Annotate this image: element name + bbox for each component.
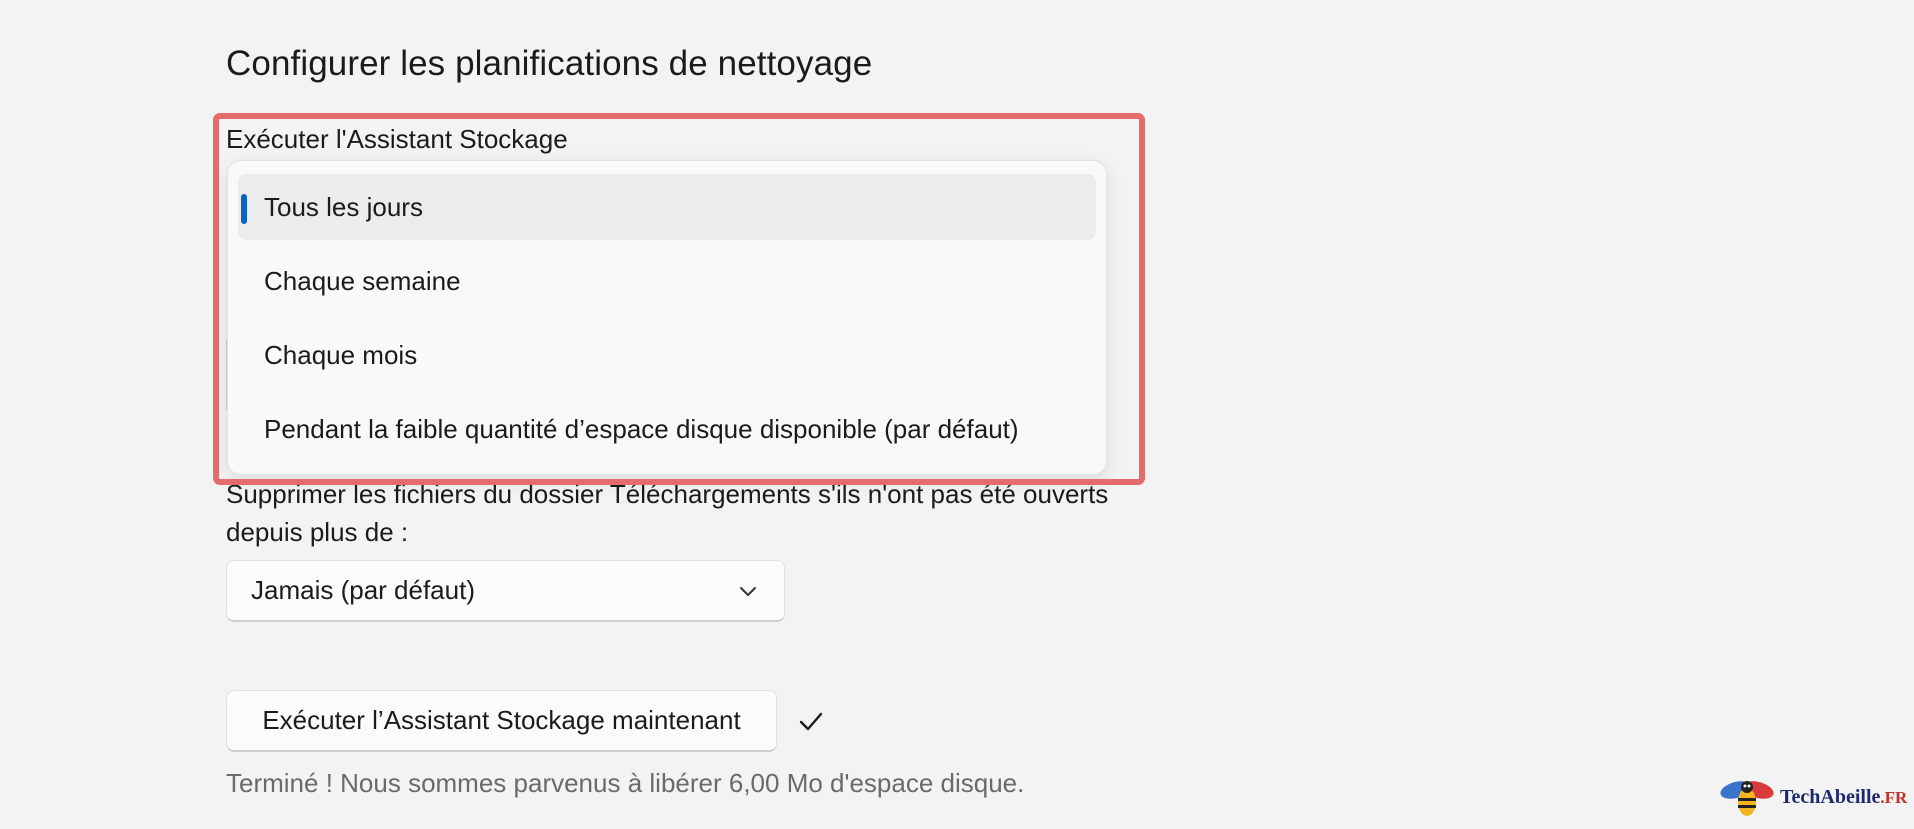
option-label: Chaque mois — [264, 339, 418, 370]
storage-sense-frequency-dropdown[interactable]: Tous les jours Chaque semaine Chaque moi… — [227, 160, 1107, 475]
option-faible-espace-disque[interactable]: Pendant la faible quantité d’espace disq… — [238, 396, 1096, 462]
selection-indicator — [241, 194, 247, 224]
chevron-down-icon — [740, 586, 756, 596]
downloads-cleanup-description: Supprimer les fichiers du dossier Téléch… — [226, 479, 1109, 547]
option-label: Tous les jours — [264, 191, 423, 222]
downloads-cleanup-value: Jamais (par défaut) — [251, 575, 475, 605]
bee-icon — [1720, 781, 1774, 816]
checkmark-icon — [799, 712, 823, 731]
settings-page: Configurer les planifications de nettoya… — [0, 0, 1914, 829]
section-title: Configurer les planifications de nettoya… — [226, 44, 873, 83]
option-label: Chaque semaine — [264, 265, 461, 296]
option-chaque-semaine[interactable]: Chaque semaine — [238, 248, 1096, 314]
run-storage-sense-now-button[interactable]: Exécuter l’Assistant Stockage maintenant — [226, 690, 777, 752]
downloads-cleanup-select[interactable]: Jamais (par défaut) — [226, 560, 785, 622]
logo-name: TechAbeille.FR — [1780, 785, 1908, 808]
techabeille-logo: TechAbeille.FR — [1718, 774, 1907, 820]
option-tous-les-jours[interactable]: Tous les jours — [238, 174, 1096, 240]
option-chaque-mois[interactable]: Chaque mois — [238, 322, 1096, 388]
cleanup-status-text: Terminé ! Nous sommes parvenus à libérer… — [226, 768, 1025, 798]
storage-sense-frequency-label: Exécuter l'Assistant Stockage — [226, 124, 568, 154]
option-label: Pendant la faible quantité d’espace disq… — [264, 413, 1019, 444]
